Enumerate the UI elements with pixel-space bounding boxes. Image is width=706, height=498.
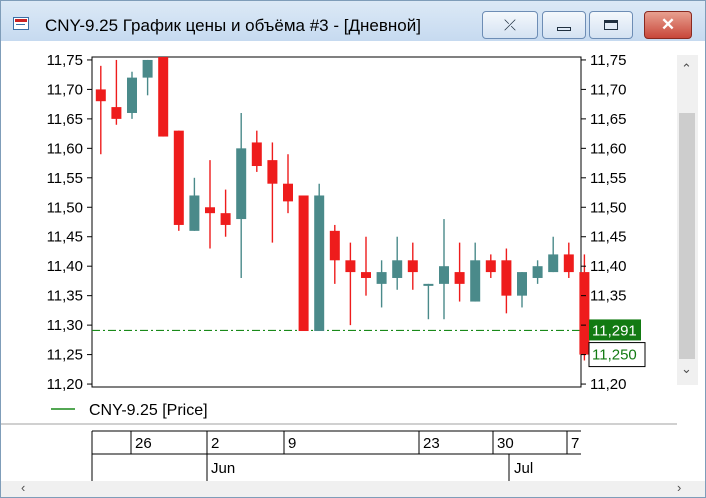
candle-body[interactable] (127, 77, 137, 113)
candle-body[interactable] (423, 283, 434, 286)
y-tick-label-right: 11,50 (590, 199, 626, 216)
y-tick-label-right: 11,55 (590, 170, 626, 187)
scroll-up-icon[interactable]: ⌃ (681, 61, 692, 77)
y-tick-label-left: 11,20 (47, 376, 83, 393)
y-tick-label-right: 11,60 (590, 140, 626, 157)
candle-body[interactable] (329, 230, 340, 261)
chart-window: CNY-9.25 График цены и объёма #3 - [Днев… (0, 0, 706, 498)
window-title: CNY-9.25 График цены и объёма #3 - [Днев… (45, 16, 421, 35)
candle-body[interactable] (532, 266, 543, 278)
candle-body[interactable] (267, 160, 278, 184)
vertical-scrollbar[interactable]: ⌃ ⌄ (677, 55, 698, 385)
y-tick-label-left: 11,40 (47, 258, 83, 275)
pin-button[interactable]: ⤫ (482, 11, 538, 39)
candle-body[interactable] (95, 89, 106, 102)
y-tick-label-right: 11,75 (590, 52, 626, 69)
candle-body[interactable] (158, 57, 169, 137)
candle-body[interactable] (142, 59, 153, 78)
y-tick-label-right: 11,65 (590, 111, 626, 128)
y-tick-label-left: 11,75 (47, 52, 83, 69)
candle-body[interactable] (111, 107, 122, 119)
candle-body[interactable] (439, 266, 449, 284)
price-chart[interactable]: 11,75 11,75 11,70 11,70 11,65 11,65 11,60 11,60… (1, 41, 677, 481)
legend-label: CNY-9.25 [Price] (89, 402, 208, 419)
title-bar[interactable]: CNY-9.25 График цены и объёма #3 - [Днев… (1, 1, 705, 41)
close-button[interactable]: ✕ (644, 11, 692, 39)
last-price-label: 11,250 (592, 347, 637, 364)
y-tick-label-left: 11,65 (47, 111, 83, 128)
maximize-icon (604, 20, 618, 30)
chart-app-icon (13, 17, 29, 30)
y-tick-label-right: 11,70 (590, 81, 626, 98)
candle-body[interactable] (485, 260, 496, 273)
candle-body[interactable] (236, 148, 247, 220)
candle-body[interactable] (173, 130, 184, 225)
candle-body[interactable] (392, 260, 403, 278)
day-label: 9 (288, 435, 296, 452)
candle-body[interactable] (345, 260, 356, 273)
candle-body[interactable] (220, 213, 231, 225)
y-tick-label-left: 11,60 (47, 140, 83, 157)
day-label: 23 (423, 435, 440, 452)
reference-price-label: 11,291 (592, 322, 637, 339)
horizontal-scrollbar[interactable]: ‹ › (1, 480, 705, 497)
day-label: 30 (497, 435, 514, 452)
close-icon: ✕ (660, 15, 676, 34)
candle-body[interactable] (314, 195, 325, 332)
candle-body[interactable] (454, 272, 465, 284)
scroll-down-icon[interactable]: ⌄ (681, 361, 692, 377)
y-tick-label-left: 11,35 (47, 288, 83, 305)
candle-body[interactable] (251, 142, 262, 167)
candle-body[interactable] (189, 195, 200, 231)
scroll-left-icon[interactable]: ‹ (21, 480, 25, 495)
candle-body[interactable] (376, 272, 387, 284)
candle-body[interactable] (205, 207, 215, 214)
y-tick-label-right: 11,40 (590, 258, 626, 275)
candle-body[interactable] (501, 260, 512, 296)
minimize-icon (557, 27, 571, 31)
candle-body[interactable] (361, 272, 371, 278)
y-tick-label-left: 11,50 (47, 199, 83, 216)
y-tick-label-left: 11,55 (47, 170, 83, 187)
y-tick-label-right: 11,20 (590, 376, 626, 393)
y-tick-label-left: 11,25 (47, 347, 83, 364)
candle-body[interactable] (470, 260, 481, 302)
y-tick-label-left: 11,70 (47, 81, 83, 98)
month-label: Jul (514, 460, 533, 477)
y-tick-label-left: 11,45 (47, 229, 83, 246)
candle-body[interactable] (283, 183, 293, 202)
candle-body[interactable] (548, 254, 559, 273)
scroll-right-icon[interactable]: › (677, 480, 681, 495)
candle-body[interactable] (563, 254, 574, 273)
y-tick-label-left: 11,30 (47, 317, 83, 334)
candle-body[interactable] (579, 272, 590, 355)
day-label: 7 (571, 435, 579, 452)
day-label: 2 (211, 435, 219, 452)
day-label: 26 (135, 435, 152, 452)
vertical-scroll-thumb[interactable] (679, 113, 695, 359)
month-label: Jun (211, 460, 235, 477)
candle-body[interactable] (298, 195, 309, 332)
pin-icon: ⤫ (503, 16, 516, 34)
maximize-button[interactable] (589, 11, 633, 39)
y-tick-label-right: 11,45 (590, 229, 626, 246)
minimize-button[interactable] (542, 11, 586, 39)
candle-body[interactable] (517, 272, 527, 296)
y-tick-label-right: 11,35 (590, 288, 626, 305)
candle-body[interactable] (407, 260, 418, 273)
